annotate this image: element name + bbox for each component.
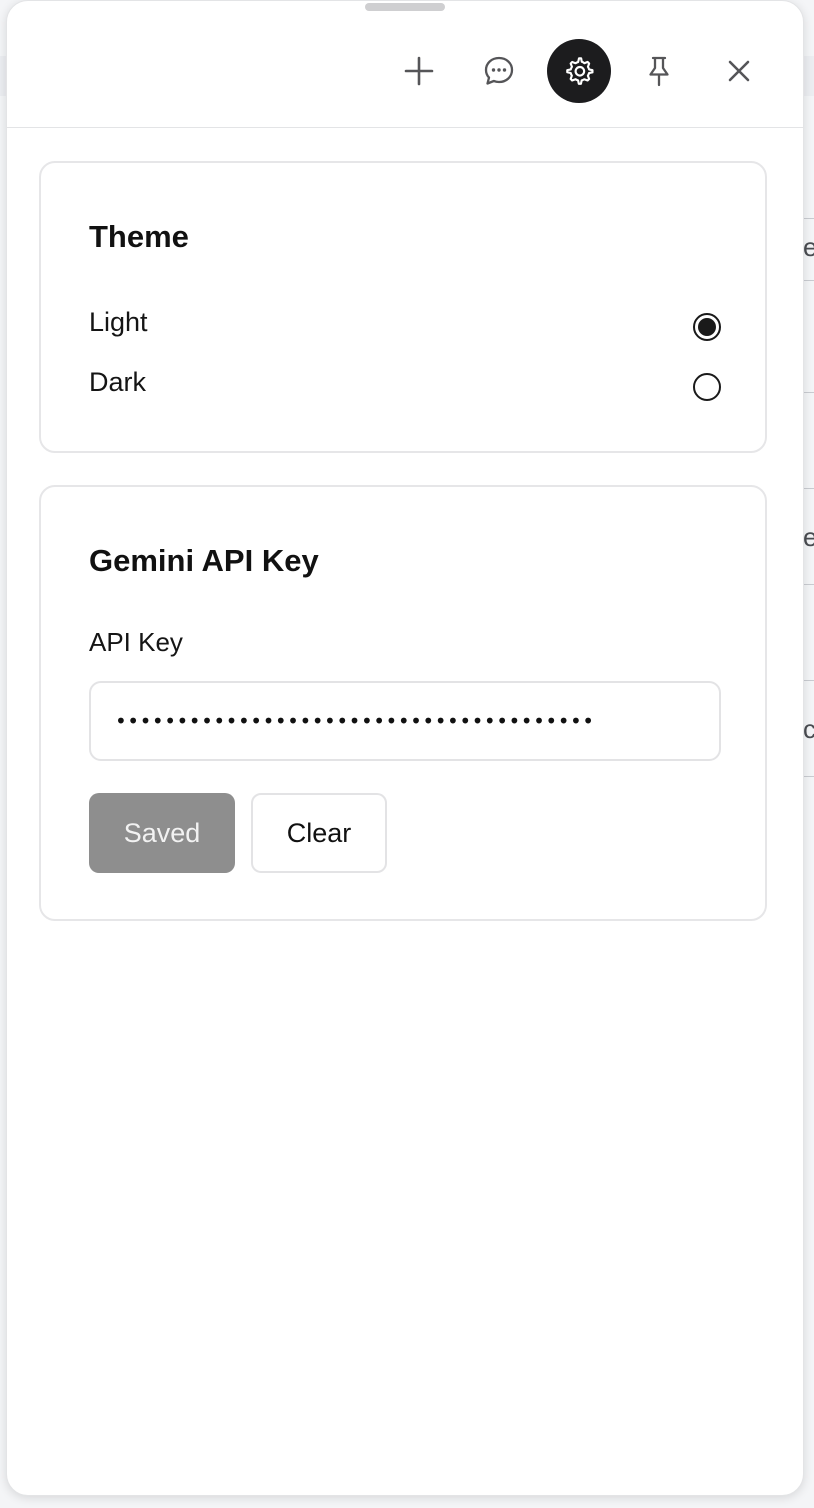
settings-button[interactable] — [547, 39, 611, 103]
plus-icon — [402, 54, 436, 88]
api-key-title: Gemini API Key — [89, 543, 319, 578]
clear-button[interactable]: Clear — [251, 793, 387, 873]
close-button[interactable] — [707, 39, 771, 103]
chat-bubble-icon — [482, 54, 516, 88]
theme-option-light[interactable]: Light — [89, 307, 721, 347]
panel-toolbar — [7, 1, 803, 128]
theme-option-dark[interactable]: Dark — [89, 367, 721, 407]
background-text-fragment: e — [803, 522, 814, 552]
background-text-fragment: c — [803, 714, 814, 744]
api-key-field-label: API Key — [89, 627, 183, 657]
chat-history-button[interactable] — [467, 39, 531, 103]
theme-dark-radio[interactable] — [693, 373, 721, 401]
background-text-fragment: e — [803, 232, 814, 262]
settings-panel: Theme Light Dark Gemini API Key API Key … — [6, 0, 804, 1496]
gear-icon — [563, 55, 595, 87]
pin-icon — [642, 54, 676, 88]
theme-light-radio[interactable] — [693, 313, 721, 341]
new-chat-button[interactable] — [387, 39, 451, 103]
theme-title: Theme — [89, 219, 189, 254]
api-key-card: Gemini API Key API Key •••••••••••••••••… — [39, 485, 767, 921]
theme-option-dark-label: Dark — [89, 367, 147, 397]
close-icon — [724, 56, 754, 86]
pin-button[interactable] — [627, 39, 691, 103]
theme-option-light-label: Light — [89, 307, 148, 337]
theme-card: Theme Light Dark — [39, 161, 767, 453]
save-button[interactable]: Saved — [89, 793, 235, 873]
api-key-input[interactable]: ••••••••••••••••••••••••••••••••••••••• — [89, 681, 721, 761]
